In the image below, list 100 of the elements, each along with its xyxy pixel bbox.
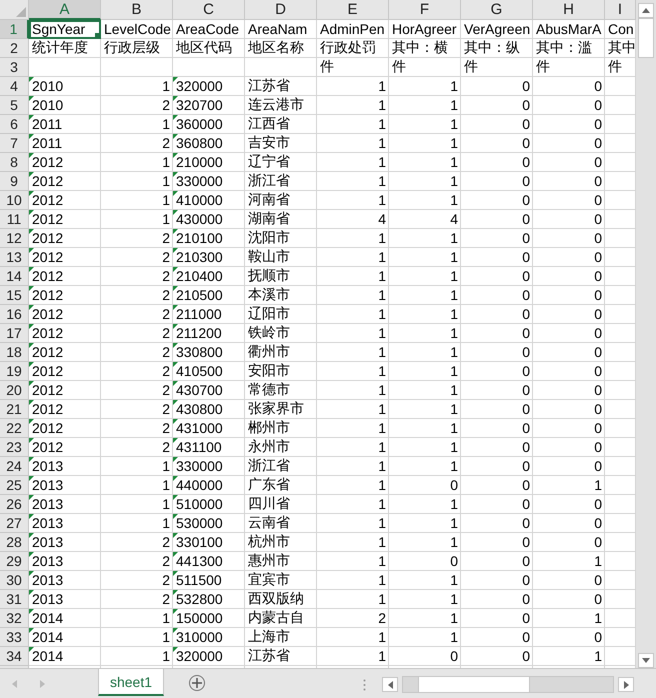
table-cell[interactable]: 统计年度 <box>29 39 101 58</box>
table-cell[interactable]: 1 <box>389 115 461 134</box>
row-header[interactable]: 24 <box>0 457 29 476</box>
table-cell[interactable]: AbusMarA <box>533 20 605 39</box>
table-cell[interactable]: 1 <box>317 400 389 419</box>
table-cell[interactable]: 2 <box>101 438 173 457</box>
table-cell[interactable]: 2 <box>101 533 173 552</box>
table-cell[interactable]: 1 <box>389 229 461 248</box>
table-cell[interactable]: 1 <box>101 115 173 134</box>
table-cell[interactable]: 2012 <box>29 248 101 267</box>
table-cell[interactable]: 辽阳市 <box>245 305 317 324</box>
row-header[interactable]: 19 <box>0 362 29 381</box>
table-cell[interactable]: 1 <box>389 381 461 400</box>
table-cell[interactable]: 1 <box>389 514 461 533</box>
table-cell[interactable]: 0 <box>533 267 605 286</box>
column-header[interactable]: H <box>533 0 605 20</box>
table-cell[interactable]: 2013 <box>29 476 101 495</box>
table-cell[interactable]: 0 <box>533 457 605 476</box>
table-cell[interactable]: 0 <box>533 286 605 305</box>
row-header[interactable]: 12 <box>0 229 29 248</box>
table-cell[interactable]: 2013 <box>29 571 101 590</box>
table-cell[interactable]: 1 <box>317 343 389 362</box>
table-cell[interactable]: 0 <box>533 533 605 552</box>
row-header[interactable]: 6 <box>0 115 29 134</box>
table-cell[interactable]: 2 <box>101 324 173 343</box>
table-cell[interactable]: 410000 <box>173 191 245 210</box>
table-cell[interactable]: 1 <box>317 324 389 343</box>
table-cell[interactable]: 鞍山市 <box>245 248 317 267</box>
table-cell[interactable]: 0 <box>533 191 605 210</box>
table-cell[interactable]: 320700 <box>173 96 245 115</box>
table-cell[interactable]: 1 <box>101 457 173 476</box>
table-cell[interactable]: 1 <box>317 134 389 153</box>
table-cell[interactable]: 1 <box>101 210 173 229</box>
table-cell[interactable]: 0 <box>461 153 533 172</box>
row-header[interactable]: 22 <box>0 419 29 438</box>
table-cell[interactable]: 2 <box>101 381 173 400</box>
table-cell[interactable]: 210400 <box>173 267 245 286</box>
vertical-scrollbar[interactable] <box>636 0 656 668</box>
row-header[interactable]: 9 <box>0 172 29 191</box>
table-cell[interactable]: 0 <box>461 210 533 229</box>
row-header[interactable]: 10 <box>0 191 29 210</box>
table-cell[interactable]: 441300 <box>173 552 245 571</box>
table-cell[interactable]: 0 <box>533 571 605 590</box>
table-cell[interactable]: 2 <box>317 609 389 628</box>
table-cell[interactable]: 430800 <box>173 400 245 419</box>
table-cell[interactable]: 2012 <box>29 267 101 286</box>
row-header[interactable]: 28 <box>0 533 29 552</box>
table-cell[interactable]: 2014 <box>29 647 101 666</box>
table-cell[interactable]: 0 <box>533 210 605 229</box>
row-header[interactable]: 23 <box>0 438 29 457</box>
table-cell[interactable]: 0 <box>461 628 533 647</box>
table-cell[interactable]: 1 <box>389 286 461 305</box>
column-header[interactable]: G <box>461 0 533 20</box>
table-cell[interactable]: 1 <box>389 628 461 647</box>
table-cell[interactable]: 0 <box>461 115 533 134</box>
table-cell[interactable]: 常德市 <box>245 381 317 400</box>
table-cell[interactable]: 2013 <box>29 590 101 609</box>
table-cell[interactable]: 0 <box>461 267 533 286</box>
table-cell[interactable]: 2011 <box>29 134 101 153</box>
table-cell[interactable]: 1 <box>317 248 389 267</box>
table-cell[interactable]: 0 <box>461 552 533 571</box>
table-cell[interactable]: 0 <box>461 381 533 400</box>
table-cell[interactable]: 上海市 <box>245 628 317 647</box>
table-cell[interactable]: 2 <box>101 305 173 324</box>
table-cell[interactable]: 地区名称 <box>245 39 317 58</box>
table-cell[interactable]: 431000 <box>173 419 245 438</box>
table-cell[interactable]: 430700 <box>173 381 245 400</box>
table-cell[interactable]: 1 <box>317 267 389 286</box>
table-cell[interactable] <box>29 58 101 77</box>
fill-handle[interactable] <box>95 33 100 38</box>
table-cell[interactable]: 件 <box>317 58 389 77</box>
table-cell[interactable] <box>101 58 173 77</box>
table-cell[interactable]: 铁岭市 <box>245 324 317 343</box>
table-cell[interactable]: 0 <box>461 248 533 267</box>
table-cell[interactable]: 0 <box>461 590 533 609</box>
table-cell[interactable]: 浙江省 <box>245 457 317 476</box>
table-cell[interactable]: 江苏省 <box>245 647 317 666</box>
table-cell[interactable]: 0 <box>533 153 605 172</box>
table-cell[interactable]: 1 <box>317 419 389 438</box>
table-cell[interactable]: 连云港市 <box>245 96 317 115</box>
table-cell[interactable]: 210300 <box>173 248 245 267</box>
table-cell[interactable]: 0 <box>533 96 605 115</box>
table-cell[interactable]: 1 <box>389 96 461 115</box>
table-cell[interactable]: 1 <box>317 628 389 647</box>
table-cell[interactable]: 0 <box>461 362 533 381</box>
row-header[interactable]: 30 <box>0 571 29 590</box>
table-cell[interactable]: 1 <box>317 552 389 571</box>
table-cell[interactable]: 2 <box>101 552 173 571</box>
row-header[interactable]: 25 <box>0 476 29 495</box>
table-cell[interactable]: 2010 <box>29 96 101 115</box>
table-cell[interactable]: 其中：纵 <box>461 39 533 58</box>
table-cell[interactable]: 4 <box>389 210 461 229</box>
table-cell[interactable]: 2012 <box>29 381 101 400</box>
table-cell[interactable]: 1 <box>101 514 173 533</box>
table-cell[interactable]: 0 <box>461 229 533 248</box>
table-cell[interactable]: SgnYear <box>29 20 101 39</box>
row-header[interactable]: 17 <box>0 324 29 343</box>
table-cell[interactable]: 2 <box>101 590 173 609</box>
table-cell[interactable]: 1 <box>533 647 605 666</box>
table-cell[interactable]: 1 <box>389 153 461 172</box>
